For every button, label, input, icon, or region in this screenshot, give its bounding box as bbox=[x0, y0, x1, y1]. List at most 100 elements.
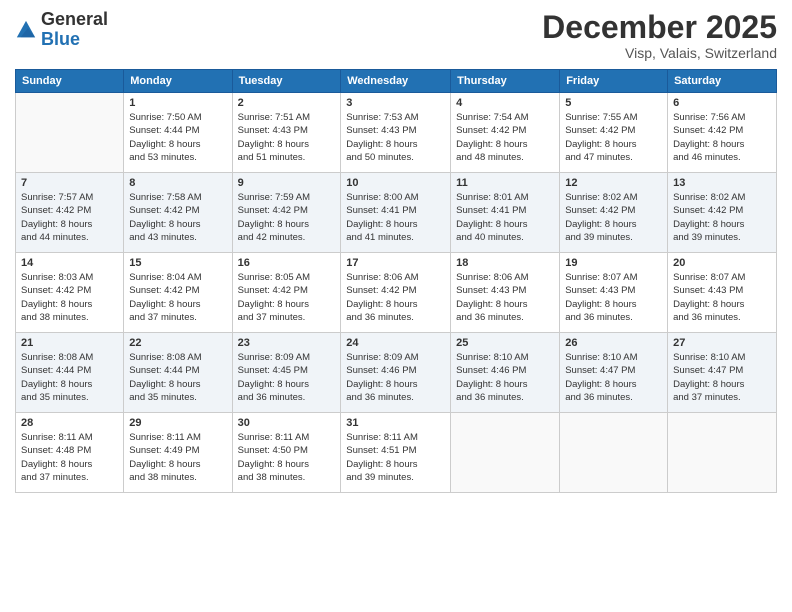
calendar-day-cell: 5 Sunrise: 7:55 AMSunset: 4:42 PMDaylight… bbox=[560, 93, 668, 173]
day-number: 31 bbox=[346, 417, 445, 429]
logo-blue-text: Blue bbox=[41, 29, 80, 49]
title-block: December 2025 Visp, Valais, Switzerland bbox=[542, 10, 777, 61]
logo-general-text: General bbox=[41, 9, 108, 29]
calendar-day-cell: 12 Sunrise: 8:02 AMSunset: 4:42 PMDayligh… bbox=[560, 173, 668, 253]
calendar-day-cell: 27Sunrise: 8:10 AMSunset: 4:47 PMDayligh… bbox=[668, 333, 777, 413]
calendar-day-cell: 8Sunrise: 7:58 AMSunset: 4:42 PMDaylight… bbox=[124, 173, 232, 253]
day-info: Sunrise: 8:11 AMSunset: 4:48 PMDaylight:… bbox=[21, 431, 118, 484]
month-title: December 2025 bbox=[542, 10, 777, 45]
calendar-day-cell: 20 Sunrise: 8:07 AMSunset: 4:43 PMDayligh… bbox=[668, 253, 777, 333]
day-info: Sunrise: 8:02 AMSunset: 4:42 PMDaylight:… bbox=[565, 191, 662, 244]
day-info: Sunrise: 8:10 AMSunset: 4:47 PMDaylight:… bbox=[673, 351, 771, 404]
day-info: Sunrise: 8:10 AMSunset: 4:46 PMDaylight:… bbox=[456, 351, 554, 404]
calendar-day-cell bbox=[668, 413, 777, 493]
day-number: 2 bbox=[238, 97, 336, 109]
calendar-day-cell: 18Sunrise: 8:06 AMSunset: 4:43 PMDayligh… bbox=[451, 253, 560, 333]
weekday-header-wednesday: Wednesday bbox=[341, 70, 451, 93]
day-info: Sunrise: 8:06 AMSunset: 4:43 PMDaylight:… bbox=[456, 271, 554, 324]
calendar-day-cell: 3 Sunrise: 7:53 AMSunset: 4:43 PMDaylight… bbox=[341, 93, 451, 173]
day-number: 24 bbox=[346, 337, 445, 349]
calendar-day-cell: 11 Sunrise: 8:01 AMSunset: 4:41 PMDayligh… bbox=[451, 173, 560, 253]
day-info: Sunrise: 8:08 AMSunset: 4:44 PMDaylight:… bbox=[21, 351, 118, 404]
calendar-week-row: 14 Sunrise: 8:03 AMSunset: 4:42 PMDayligh… bbox=[16, 253, 777, 333]
weekday-header-tuesday: Tuesday bbox=[232, 70, 341, 93]
day-number: 8 bbox=[129, 177, 226, 189]
calendar-day-cell bbox=[451, 413, 560, 493]
logo: General Blue bbox=[15, 10, 108, 50]
day-number: 20 bbox=[673, 257, 771, 269]
day-number: 3 bbox=[346, 97, 445, 109]
calendar-table: SundayMondayTuesdayWednesdayThursdayFrid… bbox=[15, 69, 777, 493]
calendar-day-cell: 31 Sunrise: 8:11 AMSunset: 4:51 PMDayligh… bbox=[341, 413, 451, 493]
day-info: Sunrise: 8:08 AMSunset: 4:44 PMDaylight:… bbox=[129, 351, 226, 404]
calendar-day-cell: 30 Sunrise: 8:11 AMSunset: 4:50 PMDayligh… bbox=[232, 413, 341, 493]
day-info: Sunrise: 7:55 AMSunset: 4:42 PMDaylight:… bbox=[565, 111, 662, 164]
day-number: 15 bbox=[129, 257, 226, 269]
calendar-day-cell: 17Sunrise: 8:06 AMSunset: 4:42 PMDayligh… bbox=[341, 253, 451, 333]
header: General Blue December 2025 Visp, Valais,… bbox=[15, 10, 777, 61]
calendar-day-cell: 21 Sunrise: 8:08 AMSunset: 4:44 PMDayligh… bbox=[16, 333, 124, 413]
calendar-day-cell: 14 Sunrise: 8:03 AMSunset: 4:42 PMDayligh… bbox=[16, 253, 124, 333]
day-number: 6 bbox=[673, 97, 771, 109]
calendar-day-cell: 28 Sunrise: 8:11 AMSunset: 4:48 PMDayligh… bbox=[16, 413, 124, 493]
calendar-day-cell: 29Sunrise: 8:11 AMSunset: 4:49 PMDayligh… bbox=[124, 413, 232, 493]
day-info: Sunrise: 7:57 AMSunset: 4:42 PMDaylight:… bbox=[21, 191, 118, 244]
day-info: Sunrise: 8:00 AMSunset: 4:41 PMDaylight:… bbox=[346, 191, 445, 244]
calendar-day-cell: 9 Sunrise: 7:59 AMSunset: 4:42 PMDaylight… bbox=[232, 173, 341, 253]
day-number: 30 bbox=[238, 417, 336, 429]
calendar-day-cell: 22Sunrise: 8:08 AMSunset: 4:44 PMDayligh… bbox=[124, 333, 232, 413]
day-number: 4 bbox=[456, 97, 554, 109]
day-number: 21 bbox=[21, 337, 118, 349]
calendar-week-row: 7Sunrise: 7:57 AMSunset: 4:42 PMDaylight… bbox=[16, 173, 777, 253]
day-number: 10 bbox=[346, 177, 445, 189]
calendar-week-row: 21 Sunrise: 8:08 AMSunset: 4:44 PMDayligh… bbox=[16, 333, 777, 413]
day-number: 1 bbox=[129, 97, 226, 109]
day-number: 12 bbox=[565, 177, 662, 189]
calendar-day-cell: 15Sunrise: 8:04 AMSunset: 4:42 PMDayligh… bbox=[124, 253, 232, 333]
calendar-day-cell: 24 Sunrise: 8:09 AMSunset: 4:46 PMDayligh… bbox=[341, 333, 451, 413]
day-info: Sunrise: 8:07 AMSunset: 4:43 PMDaylight:… bbox=[673, 271, 771, 324]
weekday-header-thursday: Thursday bbox=[451, 70, 560, 93]
day-info: Sunrise: 8:10 AMSunset: 4:47 PMDaylight:… bbox=[565, 351, 662, 404]
day-number: 26 bbox=[565, 337, 662, 349]
calendar-day-cell bbox=[560, 413, 668, 493]
day-number: 9 bbox=[238, 177, 336, 189]
day-number: 19 bbox=[565, 257, 662, 269]
day-number: 25 bbox=[456, 337, 554, 349]
calendar-container: General Blue December 2025 Visp, Valais,… bbox=[0, 0, 792, 612]
day-info: Sunrise: 7:59 AMSunset: 4:42 PMDaylight:… bbox=[238, 191, 336, 244]
day-info: Sunrise: 8:09 AMSunset: 4:46 PMDaylight:… bbox=[346, 351, 445, 404]
calendar-day-cell: 4Sunrise: 7:54 AMSunset: 4:42 PMDaylight… bbox=[451, 93, 560, 173]
day-info: Sunrise: 8:07 AMSunset: 4:43 PMDaylight:… bbox=[565, 271, 662, 324]
weekday-header-friday: Friday bbox=[560, 70, 668, 93]
location-subtitle: Visp, Valais, Switzerland bbox=[542, 45, 777, 61]
calendar-day-cell: 13Sunrise: 8:02 AMSunset: 4:42 PMDayligh… bbox=[668, 173, 777, 253]
day-info: Sunrise: 8:03 AMSunset: 4:42 PMDaylight:… bbox=[21, 271, 118, 324]
calendar-day-cell: 1 Sunrise: 7:50 AMSunset: 4:44 PMDaylight… bbox=[124, 93, 232, 173]
day-info: Sunrise: 7:51 AMSunset: 4:43 PMDaylight:… bbox=[238, 111, 336, 164]
day-number: 16 bbox=[238, 257, 336, 269]
calendar-week-row: 1 Sunrise: 7:50 AMSunset: 4:44 PMDaylight… bbox=[16, 93, 777, 173]
calendar-day-cell: 2 Sunrise: 7:51 AMSunset: 4:43 PMDaylight… bbox=[232, 93, 341, 173]
day-info: Sunrise: 7:50 AMSunset: 4:44 PMDaylight:… bbox=[129, 111, 226, 164]
day-number: 28 bbox=[21, 417, 118, 429]
day-number: 14 bbox=[21, 257, 118, 269]
calendar-day-cell: 19 Sunrise: 8:07 AMSunset: 4:43 PMDayligh… bbox=[560, 253, 668, 333]
day-number: 13 bbox=[673, 177, 771, 189]
day-number: 11 bbox=[456, 177, 554, 189]
weekday-header-monday: Monday bbox=[124, 70, 232, 93]
weekday-header-sunday: Sunday bbox=[16, 70, 124, 93]
day-info: Sunrise: 8:01 AMSunset: 4:41 PMDaylight:… bbox=[456, 191, 554, 244]
weekday-header-saturday: Saturday bbox=[668, 70, 777, 93]
day-number: 5 bbox=[565, 97, 662, 109]
calendar-week-row: 28 Sunrise: 8:11 AMSunset: 4:48 PMDayligh… bbox=[16, 413, 777, 493]
logo-icon bbox=[15, 19, 37, 41]
calendar-day-cell: 16Sunrise: 8:05 AMSunset: 4:42 PMDayligh… bbox=[232, 253, 341, 333]
day-info: Sunrise: 7:53 AMSunset: 4:43 PMDaylight:… bbox=[346, 111, 445, 164]
calendar-day-cell: 26 Sunrise: 8:10 AMSunset: 4:47 PMDayligh… bbox=[560, 333, 668, 413]
day-info: Sunrise: 7:56 AMSunset: 4:42 PMDaylight:… bbox=[673, 111, 771, 164]
day-info: Sunrise: 8:11 AMSunset: 4:51 PMDaylight:… bbox=[346, 431, 445, 484]
calendar-header-row: SundayMondayTuesdayWednesdayThursdayFrid… bbox=[16, 70, 777, 93]
day-info: Sunrise: 8:11 AMSunset: 4:50 PMDaylight:… bbox=[238, 431, 336, 484]
calendar-day-cell: 10 Sunrise: 8:00 AMSunset: 4:41 PMDayligh… bbox=[341, 173, 451, 253]
